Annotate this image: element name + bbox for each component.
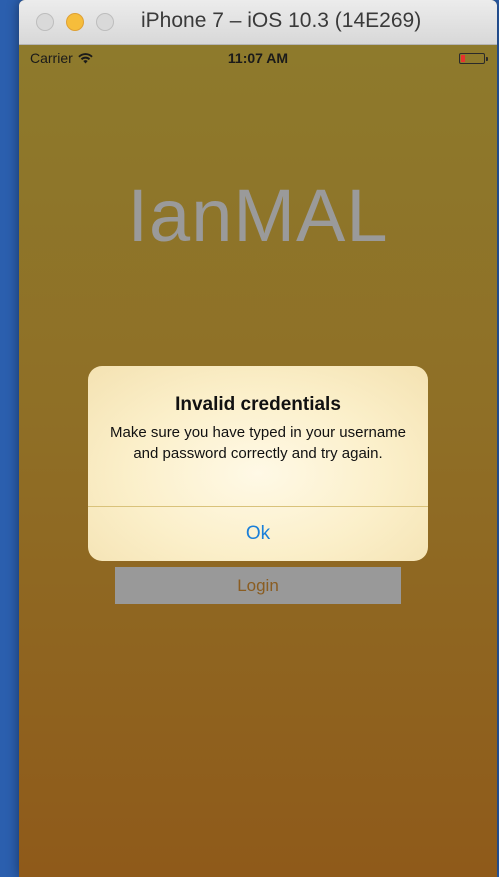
- login-button[interactable]: Login: [115, 567, 401, 604]
- window-title: iPhone 7 – iOS 10.3 (14E269): [141, 9, 422, 32]
- zoom-window-button[interactable]: [96, 13, 114, 31]
- alert-title: Invalid credentials: [175, 394, 341, 415]
- battery-icon: [459, 53, 488, 64]
- status-time: 11:07 AM: [227, 50, 289, 66]
- device-screen: Carrier 11:07 AM IanMAL Login Invalid cr…: [19, 45, 497, 877]
- minimize-window-button[interactable]: [66, 13, 84, 31]
- close-window-button[interactable]: [36, 13, 54, 31]
- battery-level: [461, 55, 465, 62]
- app-logo-title: IanMAL: [127, 174, 389, 257]
- alert-message: Make sure you have typed in your usernam…: [110, 424, 406, 462]
- alert-dialog: Invalid credentials Make sure you have t…: [88, 366, 428, 561]
- status-bar: Carrier 11:07 AM: [19, 45, 497, 73]
- window-titlebar[interactable]: iPhone 7 – iOS 10.3 (14E269): [19, 0, 497, 45]
- alert-ok-button[interactable]: Ok: [88, 507, 428, 561]
- simulator-window: iPhone 7 – iOS 10.3 (14E269) Carrier 11:…: [19, 0, 497, 877]
